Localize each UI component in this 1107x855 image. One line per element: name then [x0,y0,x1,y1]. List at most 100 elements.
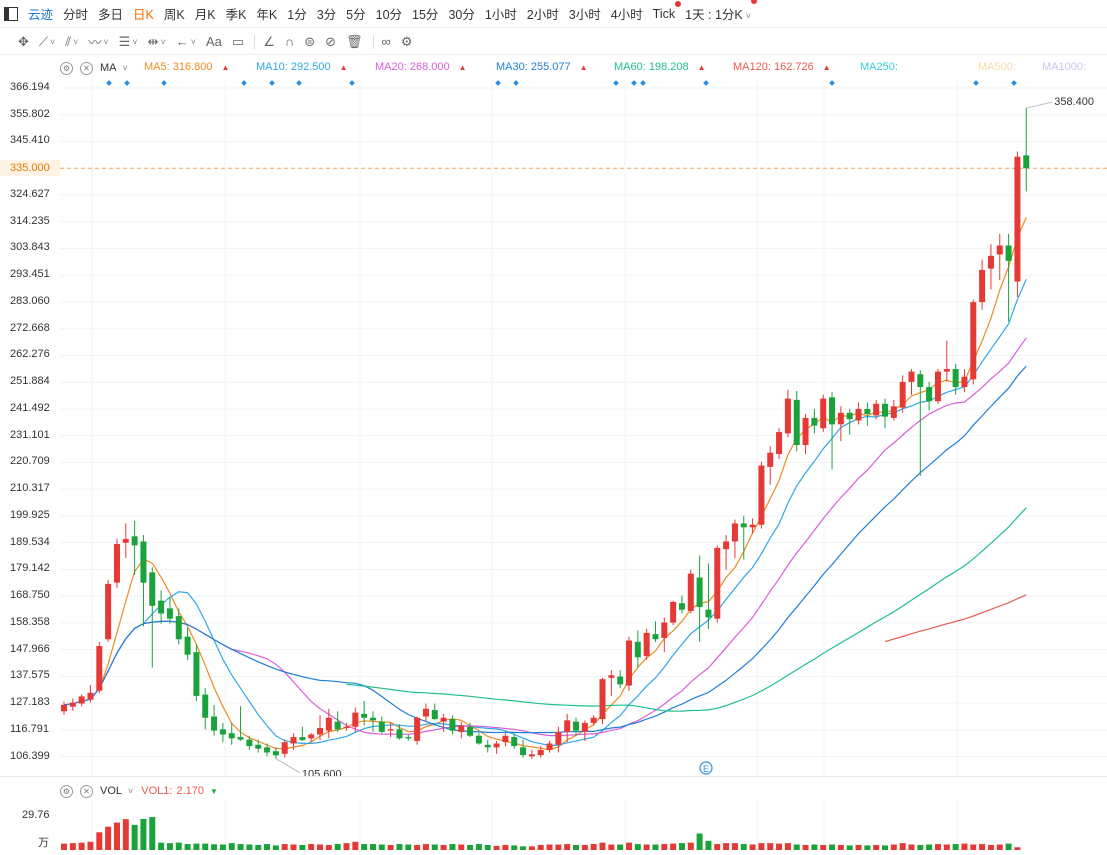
vol-indicator-name[interactable]: VOL [100,785,122,797]
candle[interactable] [687,569,694,614]
event-marker[interactable] [973,80,979,86]
volume-bar[interactable] [61,843,67,850]
volume-bar[interactable] [396,844,403,850]
candle[interactable] [661,617,668,653]
period-tab[interactable]: 2小时 [527,4,559,23]
volume-bar[interactable] [820,844,827,850]
volume-bar[interactable] [829,844,836,850]
volume-bar[interactable] [431,844,438,850]
candle[interactable] [334,711,341,732]
indicator-close-icon[interactable]: ✕ [80,61,93,75]
candle[interactable] [96,641,103,694]
candle[interactable] [740,515,747,560]
volume-bar[interactable] [219,844,226,850]
volume-bar[interactable] [599,842,606,850]
candle[interactable] [599,677,606,725]
candle[interactable] [617,670,624,689]
volume-bar[interactable] [581,844,588,850]
delete-icon[interactable]: 🗑 [346,34,363,50]
volume-bar[interactable] [687,842,694,850]
volume-bar[interactable] [873,844,880,850]
event-marker[interactable] [1011,80,1017,86]
volume-bar[interactable] [113,822,120,850]
event-marker[interactable] [161,80,167,86]
candle[interactable] [378,716,385,734]
period-tab[interactable]: 1分 [287,4,306,23]
hide-icon[interactable]: ⊜ [304,34,315,50]
candle[interactable] [140,535,147,627]
candle[interactable] [149,567,156,668]
candle[interactable] [811,408,818,434]
candle[interactable] [78,694,85,707]
volume-bar[interactable] [625,842,632,850]
volume-bar[interactable] [202,843,209,850]
volume-bar[interactable] [811,844,818,850]
volume-bar[interactable] [520,846,527,850]
candle[interactable] [546,740,553,753]
volume-bar[interactable] [970,844,977,850]
volume-bar[interactable] [793,844,800,850]
event-marker[interactable] [296,80,302,86]
channel-icon[interactable]: ⫽ ˅ [65,34,78,50]
volume-bar[interactable] [952,844,959,850]
volume-chart[interactable] [0,800,1107,855]
period-tab[interactable]: 10分 [376,4,402,23]
volume-bar[interactable] [387,844,394,850]
period-tab[interactable]: Tick [653,0,682,21]
period-tab[interactable]: 分时 [63,4,88,23]
volume-bar[interactable] [943,844,950,850]
candle[interactable] [449,715,456,735]
volume-bar[interactable] [643,844,650,850]
candle[interactable] [731,519,738,559]
candle[interactable] [1014,151,1021,297]
candle[interactable] [475,733,482,745]
volume-bar[interactable] [96,832,103,850]
candle[interactable] [908,369,915,395]
volume-bar[interactable] [617,844,624,850]
volume-bar[interactable] [405,844,412,850]
volume-bar[interactable] [166,843,173,850]
volume-bar[interactable] [272,845,279,850]
volume-bar[interactable] [917,844,924,850]
candle[interactable] [211,704,218,736]
volume-bar[interactable] [634,844,641,850]
candle[interactable] [202,688,209,730]
vol-close-icon[interactable]: ✕ [80,784,93,798]
candle[interactable] [643,628,650,660]
candle[interactable] [749,518,756,534]
volume-bar[interactable] [308,844,315,850]
candle[interactable] [414,716,421,745]
candle[interactable] [122,523,129,559]
candle[interactable] [882,398,889,429]
candle[interactable] [555,726,562,753]
comment-icon[interactable]: ▭ [232,34,244,50]
volume-bar[interactable] [228,843,235,850]
volume-bar[interactable] [502,844,509,850]
candle[interactable] [714,545,721,623]
volume-bar[interactable] [1014,847,1021,850]
candle[interactable] [520,739,527,758]
volume-bar[interactable] [325,844,332,850]
period-tab[interactable]: 15分 [412,4,438,23]
period-tab[interactable]: 5分 [346,4,365,23]
volume-bar[interactable] [546,844,553,850]
candle[interactable] [776,428,783,460]
candle[interactable] [87,685,94,703]
period-tab[interactable]: 月K [195,4,216,23]
volume-bar[interactable] [149,817,156,850]
candle[interactable] [820,394,827,433]
candle[interactable] [608,670,615,696]
period-tab[interactable]: 3小时 [569,4,601,23]
candle[interactable] [458,721,465,739]
candle[interactable] [564,713,571,743]
volume-bar[interactable] [784,843,791,850]
volume-bar[interactable] [467,844,474,850]
event-marker[interactable] [241,80,247,86]
candle[interactable] [670,600,677,626]
volume-bar[interactable] [749,844,756,850]
event-marker[interactable] [495,80,501,86]
volume-bar[interactable] [87,841,94,850]
candle[interactable] [625,636,632,691]
volume-bar[interactable] [511,845,518,850]
candlestick-chart[interactable]: 358.400 105.600 E [0,78,1107,776]
